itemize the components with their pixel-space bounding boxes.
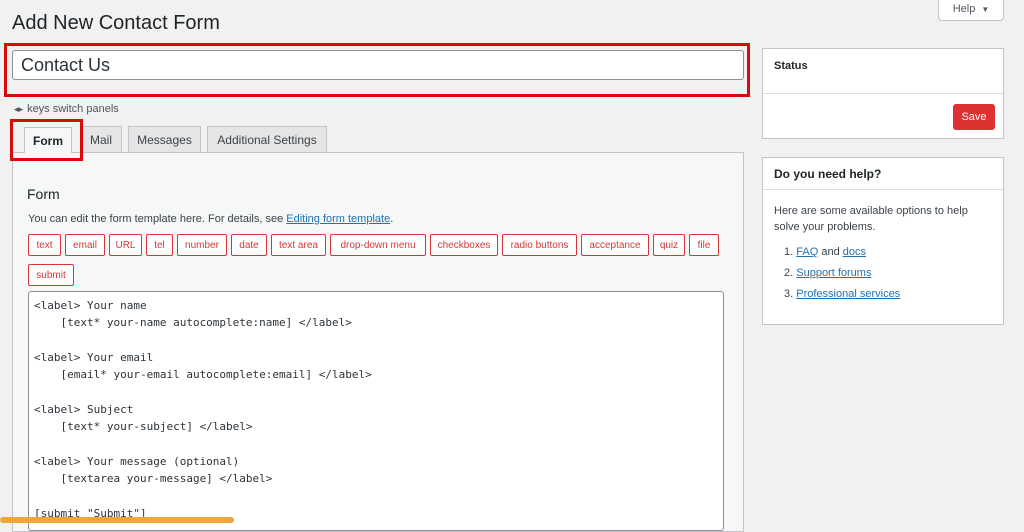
tag-button-text[interactable]: text xyxy=(28,234,61,256)
tag-button-radio-buttons[interactable]: radio buttons xyxy=(502,234,577,256)
list-item: 1. FAQ and docs xyxy=(784,246,900,267)
help-box-title: Do you need help? xyxy=(763,158,1003,190)
list-number: 1. xyxy=(784,246,794,258)
code-line: ​ xyxy=(34,435,718,452)
code-line: <label> Your email xyxy=(34,350,154,364)
code-line: [email* your-email autocomplete:email] <… xyxy=(34,368,372,382)
keys-hint-text: keys switch panels xyxy=(27,103,119,115)
list-item: 2. Support forums xyxy=(784,267,900,288)
keys-hint: ◂ ▸ keys switch panels xyxy=(14,103,119,115)
support-forums-link[interactable]: Support forums xyxy=(796,267,871,279)
tag-button-quiz[interactable]: quiz xyxy=(653,234,685,256)
list-number: 2. xyxy=(784,267,794,279)
page-title: Add New Contact Form xyxy=(12,12,220,34)
tag-button-text-area[interactable]: text area xyxy=(271,234,326,256)
list-number: 3. xyxy=(784,288,794,300)
tag-button-drop-down-menu[interactable]: drop-down menu xyxy=(330,234,426,256)
editing-form-template-link[interactable]: Editing form template xyxy=(286,213,390,225)
status-box-title: Status xyxy=(763,49,1003,94)
code-line: [text* your-subject] </label> xyxy=(34,420,253,434)
help-button[interactable]: Help ▼ xyxy=(938,0,1004,21)
intro-prefix: You can edit the form template here. For… xyxy=(28,213,287,225)
help-box-text: Here are some available options to help … xyxy=(774,205,968,233)
faq-link[interactable]: FAQ xyxy=(796,246,818,258)
and-text: and xyxy=(821,246,840,258)
tab-mail[interactable]: Mail xyxy=(80,126,122,152)
tag-button-submit[interactable]: submit xyxy=(28,264,74,286)
save-button[interactable]: Save xyxy=(953,104,995,130)
docs-link[interactable]: docs xyxy=(843,246,866,258)
code-line: ​ xyxy=(34,383,718,400)
help-label: Help xyxy=(952,3,976,15)
tag-button-url[interactable]: URL xyxy=(109,234,142,256)
tab-additional-settings[interactable]: Additional Settings xyxy=(207,126,327,152)
professional-services-link[interactable]: Professional services xyxy=(796,288,900,300)
form-template-editor[interactable]: <label> Your name [text* your-name autoc… xyxy=(28,291,724,531)
help-options-list: 1. FAQ and docs 2. Support forums 3. Pro… xyxy=(784,246,900,309)
form-section-heading: Form xyxy=(27,186,60,202)
tag-button-date[interactable]: date xyxy=(231,234,267,256)
tab-label: Mail xyxy=(89,132,112,147)
arrow-right-icon: ▸ xyxy=(18,103,24,114)
chevron-down-icon: ▼ xyxy=(981,4,990,14)
intro-suffix: . xyxy=(390,213,394,225)
horizontal-scrollbar[interactable] xyxy=(0,517,234,523)
tab-messages[interactable]: Messages xyxy=(128,126,201,152)
code-line: <label> Your message (optional) xyxy=(34,454,240,468)
code-line: <label> Your name xyxy=(34,299,147,312)
form-intro-text: You can edit the form template here. For… xyxy=(28,213,393,225)
tag-button-number[interactable]: number xyxy=(177,234,227,256)
tag-button-acceptance[interactable]: acceptance xyxy=(581,234,649,256)
code-line: ​ xyxy=(34,487,718,504)
tag-button-tel[interactable]: tel xyxy=(146,234,173,256)
code-line: <label> Subject xyxy=(34,402,134,416)
code-line: [textarea your-message] </label> xyxy=(34,471,273,485)
tab-label: Messages xyxy=(137,132,192,147)
tag-button-checkboxes[interactable]: checkboxes xyxy=(430,234,498,256)
list-item: 3. Professional services xyxy=(784,288,900,309)
title-highlight-box xyxy=(4,43,750,97)
tab-highlight-box xyxy=(10,119,83,161)
code-line: ​ xyxy=(34,332,718,349)
tag-button-email[interactable]: email xyxy=(65,234,105,256)
code-line: [text* your-name autocomplete:name] </la… xyxy=(34,316,352,330)
tab-label: Additional Settings xyxy=(217,132,317,147)
tag-button-file[interactable]: file xyxy=(689,234,719,256)
